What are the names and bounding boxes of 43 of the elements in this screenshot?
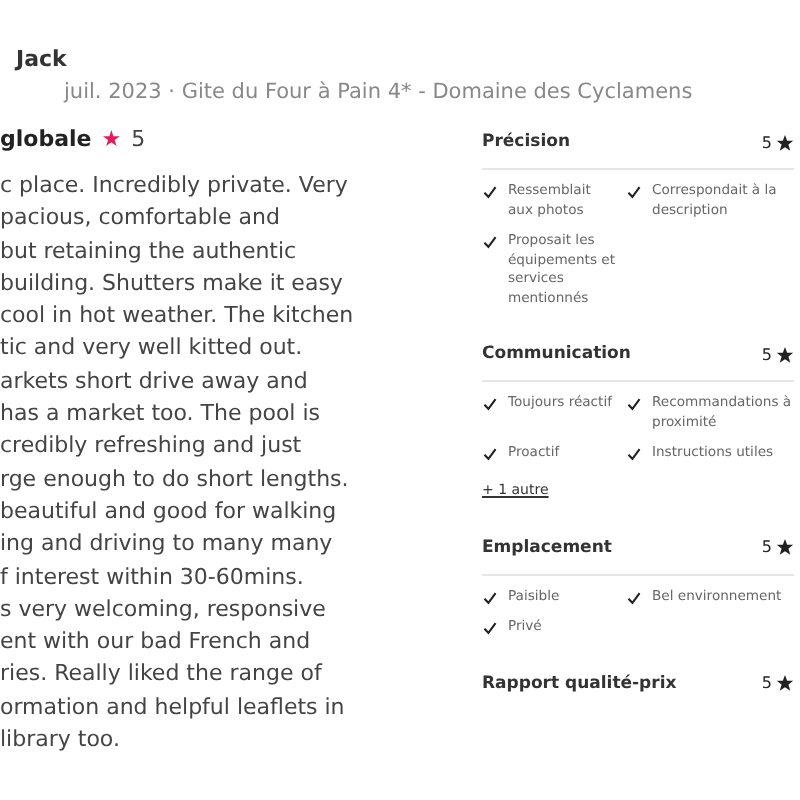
- review-text-line: ing and driving to many many: [0, 528, 335, 561]
- review-text-line: f interest within 30-60mins.: [0, 561, 306, 594]
- review-text-line: but retaining the authentic: [0, 235, 299, 268]
- check-icon: [482, 396, 498, 412]
- review-text-line: beautiful and good for walking: [0, 495, 339, 528]
- review-text-line: cool in hot weather. The kitchen: [0, 300, 356, 333]
- review-text-line: ent with our bad French and: [0, 626, 313, 659]
- category-score: 5: [761, 345, 772, 363]
- review-text-line: credibly refreshing and just: [0, 430, 304, 463]
- overall-label: globale: [0, 126, 92, 152]
- category-title: Communication: [482, 344, 631, 364]
- category-score: 5: [761, 538, 772, 556]
- review-text-line: ormation and helpful leaflets in: [0, 691, 347, 724]
- review-text-line: ries. Really liked the range of: [0, 658, 325, 691]
- category-score: 5: [761, 133, 772, 151]
- check-icon: [626, 184, 642, 200]
- category-title: Emplacement: [482, 537, 612, 557]
- check-icon: [626, 446, 642, 462]
- review-text-line: pacious, comfortable and: [0, 202, 282, 235]
- star-icon: [776, 133, 794, 151]
- category-title: Rapport qualité-prix: [482, 673, 677, 693]
- check-icon: [482, 234, 498, 250]
- overall-score: 5: [131, 126, 146, 152]
- star-icon: [776, 345, 794, 363]
- reviewer-name: Jack: [16, 46, 69, 72]
- review-text-line: s very welcoming, responsive: [0, 593, 328, 626]
- review-text-line: building. Shutters make it easy: [0, 267, 345, 300]
- review-text-line: library too.: [0, 724, 122, 757]
- check-icon: [626, 589, 642, 605]
- category-title: Précision: [482, 132, 571, 152]
- star-icon: [776, 538, 794, 556]
- star-icon: ★: [101, 126, 122, 152]
- check-icon: [626, 396, 642, 412]
- review-text-line: arkets short drive away and: [0, 365, 310, 398]
- check-icon: [482, 184, 498, 200]
- stay-info: juil. 2023 · Gite du Four à Pain 4* - Domaine des Cyclamens: [64, 80, 695, 104]
- star-icon: [776, 674, 794, 692]
- check-icon: [482, 446, 498, 462]
- category-score: 5: [761, 674, 772, 692]
- review-text-line: c place. Incredibly private. Very: [0, 170, 350, 202]
- review-text-line: rge enough to do short lengths.: [0, 463, 351, 496]
- review-text-line: tic and very well kitted out.: [0, 332, 305, 365]
- review-text-line: has a market too. The pool is: [0, 398, 323, 431]
